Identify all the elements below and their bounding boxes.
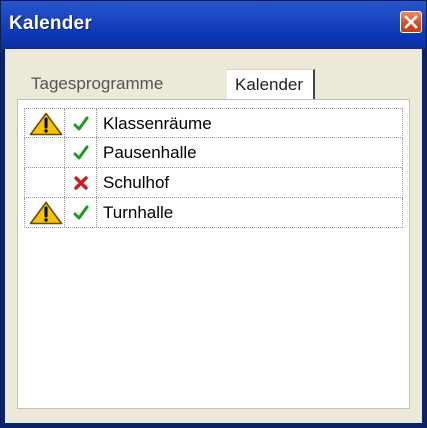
close-icon xyxy=(404,15,418,29)
window-title: Kalender xyxy=(9,13,92,34)
checkmark-icon xyxy=(73,205,89,220)
room-list: Klassenräume Pausenhalle Schulhof Turnhalle xyxy=(24,108,403,228)
warning-cell xyxy=(25,168,65,197)
title-bar[interactable]: Kalender xyxy=(1,1,426,49)
room-row[interactable]: Schulhof xyxy=(24,168,403,198)
room-row[interactable]: Pausenhalle xyxy=(24,138,403,168)
cross-icon xyxy=(74,176,88,190)
room-name: Schulhof xyxy=(103,173,170,192)
tab-strip: Tagesprogramme Kalender xyxy=(17,69,410,99)
calendar-panel: Klassenräume Pausenhalle Schulhof Turnhalle xyxy=(17,99,410,409)
checkmark-icon xyxy=(73,116,89,131)
room-row[interactable]: Turnhalle xyxy=(24,198,403,228)
calendar-window: Kalender Tagesprogramme Kalender Klassen… xyxy=(0,0,427,428)
tab-tagesprogramme[interactable]: Tagesprogramme xyxy=(31,69,163,99)
checkmark-icon xyxy=(73,145,89,160)
room-name: Klassenräume xyxy=(103,114,212,133)
close-button[interactable] xyxy=(400,11,422,33)
window-body: Tagesprogramme Kalender Klassenräume Paus… xyxy=(5,49,422,423)
warning-cell xyxy=(25,138,65,167)
warning-triangle-icon xyxy=(29,112,63,136)
tab-kalender[interactable]: Kalender xyxy=(227,69,316,99)
status-cell xyxy=(65,168,97,197)
warning-cell xyxy=(25,198,65,227)
room-name: Pausenhalle xyxy=(103,143,197,162)
status-cell xyxy=(65,198,97,227)
room-name: Turnhalle xyxy=(103,203,174,222)
status-cell xyxy=(65,109,97,137)
room-row[interactable]: Klassenräume xyxy=(24,108,403,138)
warning-cell xyxy=(25,109,65,137)
warning-triangle-icon xyxy=(29,201,63,225)
status-cell xyxy=(65,138,97,167)
